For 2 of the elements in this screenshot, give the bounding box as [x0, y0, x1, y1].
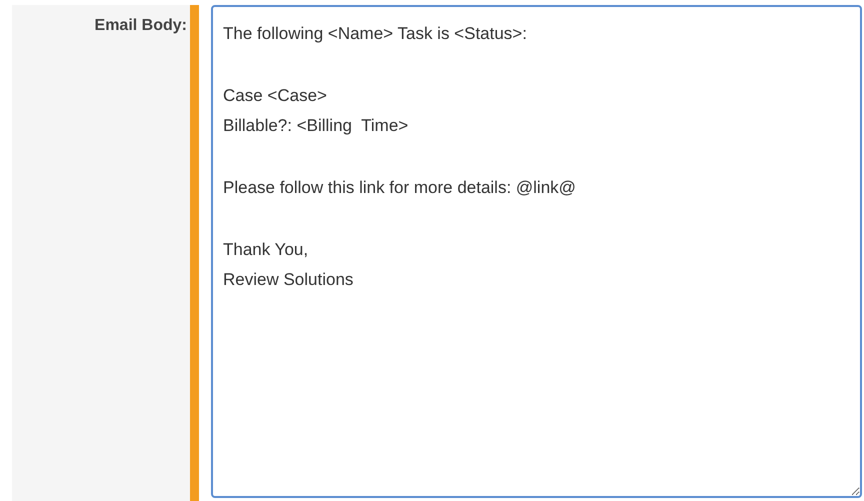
field-label: Email Body:: [94, 17, 187, 35]
email-body-field[interactable]: The following <Name> Task is <Status>: Case <Case> Billable?: <Billing Time> Please follow this link for more details: @link@ Thank You, Review Solutions: [211, 5, 862, 498]
